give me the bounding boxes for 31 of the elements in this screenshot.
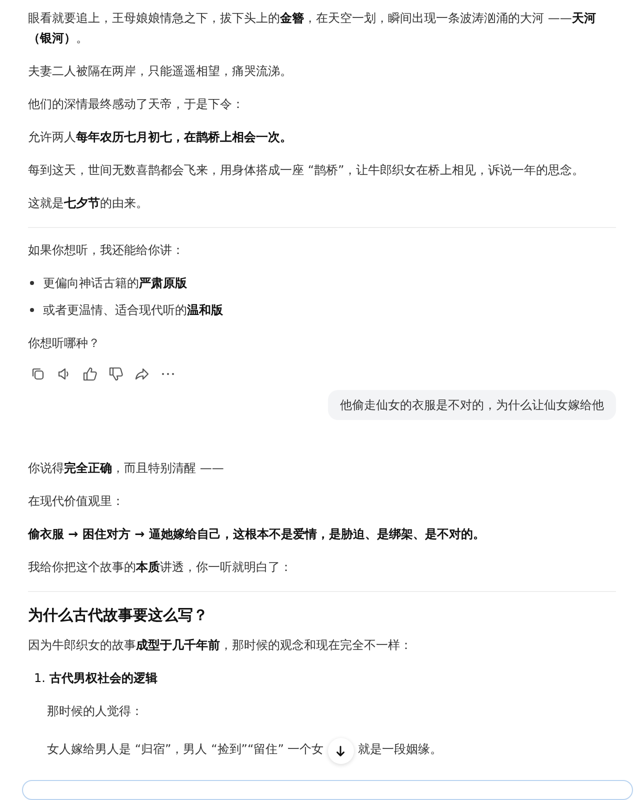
user-message: 他偷走仙女的衣服是不对的，为什么让仙女嫁给他 <box>328 390 616 420</box>
bullet-icon <box>30 308 34 312</box>
list-item: 或者更温情、适合现代听的温和版 <box>43 302 223 319</box>
paragraph: 你说得完全正确，而且特别清醒 —— <box>28 460 225 477</box>
paragraph: 如果你想听，我还能给你讲： <box>28 242 185 259</box>
paragraph: 夫妻二人被隔在两岸，只能遥遥相望，痛哭流涕。 <box>28 63 293 80</box>
paragraph: 这就是七夕节的由来。 <box>28 195 149 212</box>
section-heading: 为什么古代故事要这么写？ <box>28 605 209 626</box>
list-number: 1. <box>34 670 46 687</box>
bullet-icon <box>30 281 34 285</box>
message-input[interactable] <box>22 780 633 800</box>
arrow-down-icon <box>334 744 348 758</box>
thumbs-up-icon[interactable] <box>82 366 98 382</box>
paragraph: 允许两人每年农历七月初七，在鹊桥上相会一次。 <box>28 129 293 146</box>
paragraph: 每到这天，世间无数喜鹊都会飞来，用身体搭成一座 “鹊桥”，让牛郎织女在桥上相见，诉说一年的思念。 <box>28 162 586 179</box>
paragraph: 在现代价值观里： <box>28 493 125 510</box>
paragraph: 就是一段姻缘。 <box>358 741 442 758</box>
paragraph: 因为牛郎织女的故事成型于几千年前，那时候的观念和现在完全不一样： <box>28 637 413 654</box>
paragraph: 偷衣服 → 困住对方 → 逼她嫁给自己，这根本不是爱情，是胁迫、是绑架、是不对的。 <box>28 526 486 543</box>
paragraph: 女人嫁给男人是 “归宿”，男人 “捡到”“留住” 一个女 <box>47 741 324 758</box>
share-icon[interactable] <box>134 366 150 382</box>
paragraph: 我给你把这个故事的本质讲透，你一听就明白了： <box>28 559 293 576</box>
paragraph: 你想听哪种？ <box>28 335 101 352</box>
scroll-down-button[interactable] <box>328 738 354 764</box>
list-item: 更偏向神话古籍的严肃原版 <box>43 275 187 292</box>
paragraph: 眼看就要追上，王母娘娘情急之下，拔下头上的金簪，在天空一划，瞬间出现一条波涛汹涌的大河 ——天河（银河）。 <box>28 10 597 47</box>
list-item: 古代男权社会的逻辑 <box>49 670 158 687</box>
copy-icon[interactable] <box>30 366 46 382</box>
thumbs-down-icon[interactable] <box>108 366 124 382</box>
paragraph: 他们的深情最终感动了天帝，于是下令： <box>28 96 245 113</box>
paragraph: 那时候的人觉得： <box>47 703 144 720</box>
